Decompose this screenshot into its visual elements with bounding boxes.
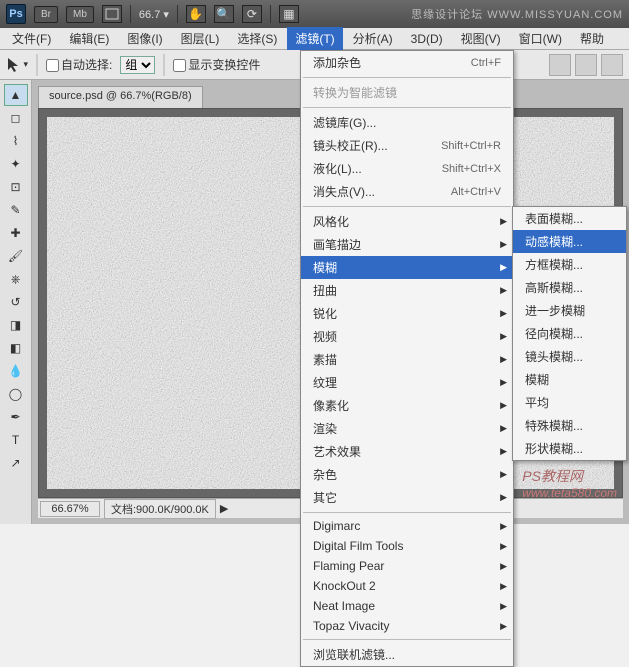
tools-panel: ▲ ◻ ⌇ ✦ ⊡ ✎ ✚ 🖌 ⎈ ↺ ◨ ◧ 💧 ◯ ✒ T ↗: [0, 80, 32, 524]
filter-neat-image[interactable]: Neat Image: [301, 596, 513, 616]
filter-texture[interactable]: 纹理: [301, 371, 513, 394]
menu-3d[interactable]: 3D(D): [403, 29, 451, 49]
type-tool[interactable]: T: [4, 429, 28, 451]
filter-gallery[interactable]: 滤镜库(G)...: [301, 111, 513, 134]
filter-other[interactable]: 其它: [301, 486, 513, 509]
menu-filter[interactable]: 滤镜(T): [287, 27, 342, 50]
titlebar: Ps Br Mb 66.7 ▾ ✋ 🔍 ⟳ ▦ 思缘设计论坛 WWW.MISSY…: [0, 0, 629, 28]
filter-blur[interactable]: 模糊: [301, 256, 513, 279]
menubar: 文件(F) 编辑(E) 图像(I) 图层(L) 选择(S) 滤镜(T) 分析(A…: [0, 28, 629, 50]
lasso-tool[interactable]: ⌇: [4, 130, 28, 152]
filter-render[interactable]: 渲染: [301, 417, 513, 440]
filter-vanishing-point[interactable]: 消失点(V)...Alt+Ctrl+V: [301, 180, 513, 203]
blur-more[interactable]: 进一步模糊: [513, 299, 626, 322]
blur-average[interactable]: 平均: [513, 391, 626, 414]
distribute-icon[interactable]: [575, 54, 597, 76]
screen-mode-icon[interactable]: [102, 5, 122, 23]
filter-liquify[interactable]: 液化(L)...Shift+Ctrl+X: [301, 157, 513, 180]
filter-topaz[interactable]: Topaz Vivacity: [301, 616, 513, 636]
wand-tool[interactable]: ✦: [4, 153, 28, 175]
filter-browse-online[interactable]: 浏览联机滤镜...: [301, 643, 513, 666]
menu-layer[interactable]: 图层(L): [173, 27, 228, 50]
blur-radial[interactable]: 径向模糊...: [513, 322, 626, 345]
history-brush-tool[interactable]: ↺: [4, 291, 28, 313]
doc-info: 文档:900.0K/900.0K: [104, 499, 216, 519]
filter-knockout[interactable]: KnockOut 2: [301, 576, 513, 596]
healing-tool[interactable]: ✚: [4, 222, 28, 244]
blur-lens[interactable]: 镜头模糊...: [513, 345, 626, 368]
blur-surface[interactable]: 表面模糊...: [513, 207, 626, 230]
filter-artistic[interactable]: 艺术效果: [301, 440, 513, 463]
align-icon[interactable]: [549, 54, 571, 76]
bridge-button[interactable]: Br: [34, 6, 58, 23]
layer-group-select[interactable]: 组: [120, 56, 155, 74]
blur-submenu: 表面模糊... 动感模糊... 方框模糊... 高斯模糊... 进一步模糊 径向…: [512, 206, 627, 461]
filter-flaming-pear[interactable]: Flaming Pear: [301, 556, 513, 576]
info-arrow-icon[interactable]: ▶: [220, 502, 228, 515]
path-tool[interactable]: ↗: [4, 452, 28, 474]
blur-gaussian[interactable]: 高斯模糊...: [513, 276, 626, 299]
blur-motion[interactable]: 动感模糊...: [513, 230, 626, 253]
more-icon[interactable]: [601, 54, 623, 76]
filter-sketch[interactable]: 素描: [301, 348, 513, 371]
hand-icon[interactable]: ✋: [186, 5, 206, 23]
title-zoom: 66.7 ▾: [139, 8, 169, 21]
blur-blur[interactable]: 模糊: [513, 368, 626, 391]
filter-convert-smart[interactable]: 转换为智能滤镜: [301, 81, 513, 104]
menu-image[interactable]: 图像(I): [119, 27, 170, 50]
menu-file[interactable]: 文件(F): [4, 27, 59, 50]
pen-tool[interactable]: ✒: [4, 406, 28, 428]
filter-digimarc[interactable]: Digimarc: [301, 516, 513, 536]
menu-select[interactable]: 选择(S): [229, 27, 285, 50]
gradient-tool[interactable]: ◧: [4, 337, 28, 359]
crop-tool[interactable]: ⊡: [4, 176, 28, 198]
filter-stylize[interactable]: 风格化: [301, 210, 513, 233]
move-tool-icon: ▾: [6, 54, 28, 76]
eyedropper-tool[interactable]: ✎: [4, 199, 28, 221]
menu-view[interactable]: 视图(V): [453, 27, 509, 50]
filter-video[interactable]: 视频: [301, 325, 513, 348]
filter-pixelate[interactable]: 像素化: [301, 394, 513, 417]
menu-window[interactable]: 窗口(W): [511, 27, 570, 50]
blur-tool[interactable]: 💧: [4, 360, 28, 382]
filter-dropdown: 添加杂色 Ctrl+F 转换为智能滤镜 滤镜库(G)... 镜头校正(R)...…: [300, 50, 514, 667]
document-tab[interactable]: source.psd @ 66.7%(RGB/8): [38, 86, 203, 108]
auto-select-checkbox[interactable]: 自动选择:: [46, 56, 112, 73]
marquee-tool[interactable]: ◻: [4, 107, 28, 129]
zoom-icon[interactable]: 🔍: [214, 5, 234, 23]
watermark-text: PS教程网 www.teta580.com: [522, 466, 617, 500]
filter-dft[interactable]: Digital Film Tools: [301, 536, 513, 556]
stamp-tool[interactable]: ⎈: [4, 268, 28, 290]
ps-logo-icon: Ps: [6, 4, 26, 24]
brush-tool[interactable]: 🖌: [4, 245, 28, 267]
rotate-icon[interactable]: ⟳: [242, 5, 262, 23]
blur-box[interactable]: 方框模糊...: [513, 253, 626, 276]
blur-smart[interactable]: 特殊模糊...: [513, 414, 626, 437]
blur-shape[interactable]: 形状模糊...: [513, 437, 626, 460]
menu-analysis[interactable]: 分析(A): [345, 27, 401, 50]
minibridge-button[interactable]: Mb: [66, 6, 94, 23]
filter-distort[interactable]: 扭曲: [301, 279, 513, 302]
dodge-tool[interactable]: ◯: [4, 383, 28, 405]
filter-sharpen[interactable]: 锐化: [301, 302, 513, 325]
show-transform-checkbox[interactable]: 显示变换控件: [173, 56, 260, 73]
eraser-tool[interactable]: ◨: [4, 314, 28, 336]
filter-lens-correction[interactable]: 镜头校正(R)...Shift+Ctrl+R: [301, 134, 513, 157]
brand-text: 思缘设计论坛 WWW.MISSYUAN.COM: [411, 6, 623, 22]
menu-help[interactable]: 帮助: [572, 27, 612, 50]
filter-last[interactable]: 添加杂色 Ctrl+F: [301, 51, 513, 74]
zoom-field[interactable]: 66.67%: [40, 501, 100, 517]
arrange-icon[interactable]: ▦: [279, 5, 299, 23]
filter-noise[interactable]: 杂色: [301, 463, 513, 486]
menu-edit[interactable]: 编辑(E): [61, 27, 117, 50]
filter-brush-strokes[interactable]: 画笔描边: [301, 233, 513, 256]
move-tool[interactable]: ▲: [4, 84, 28, 106]
